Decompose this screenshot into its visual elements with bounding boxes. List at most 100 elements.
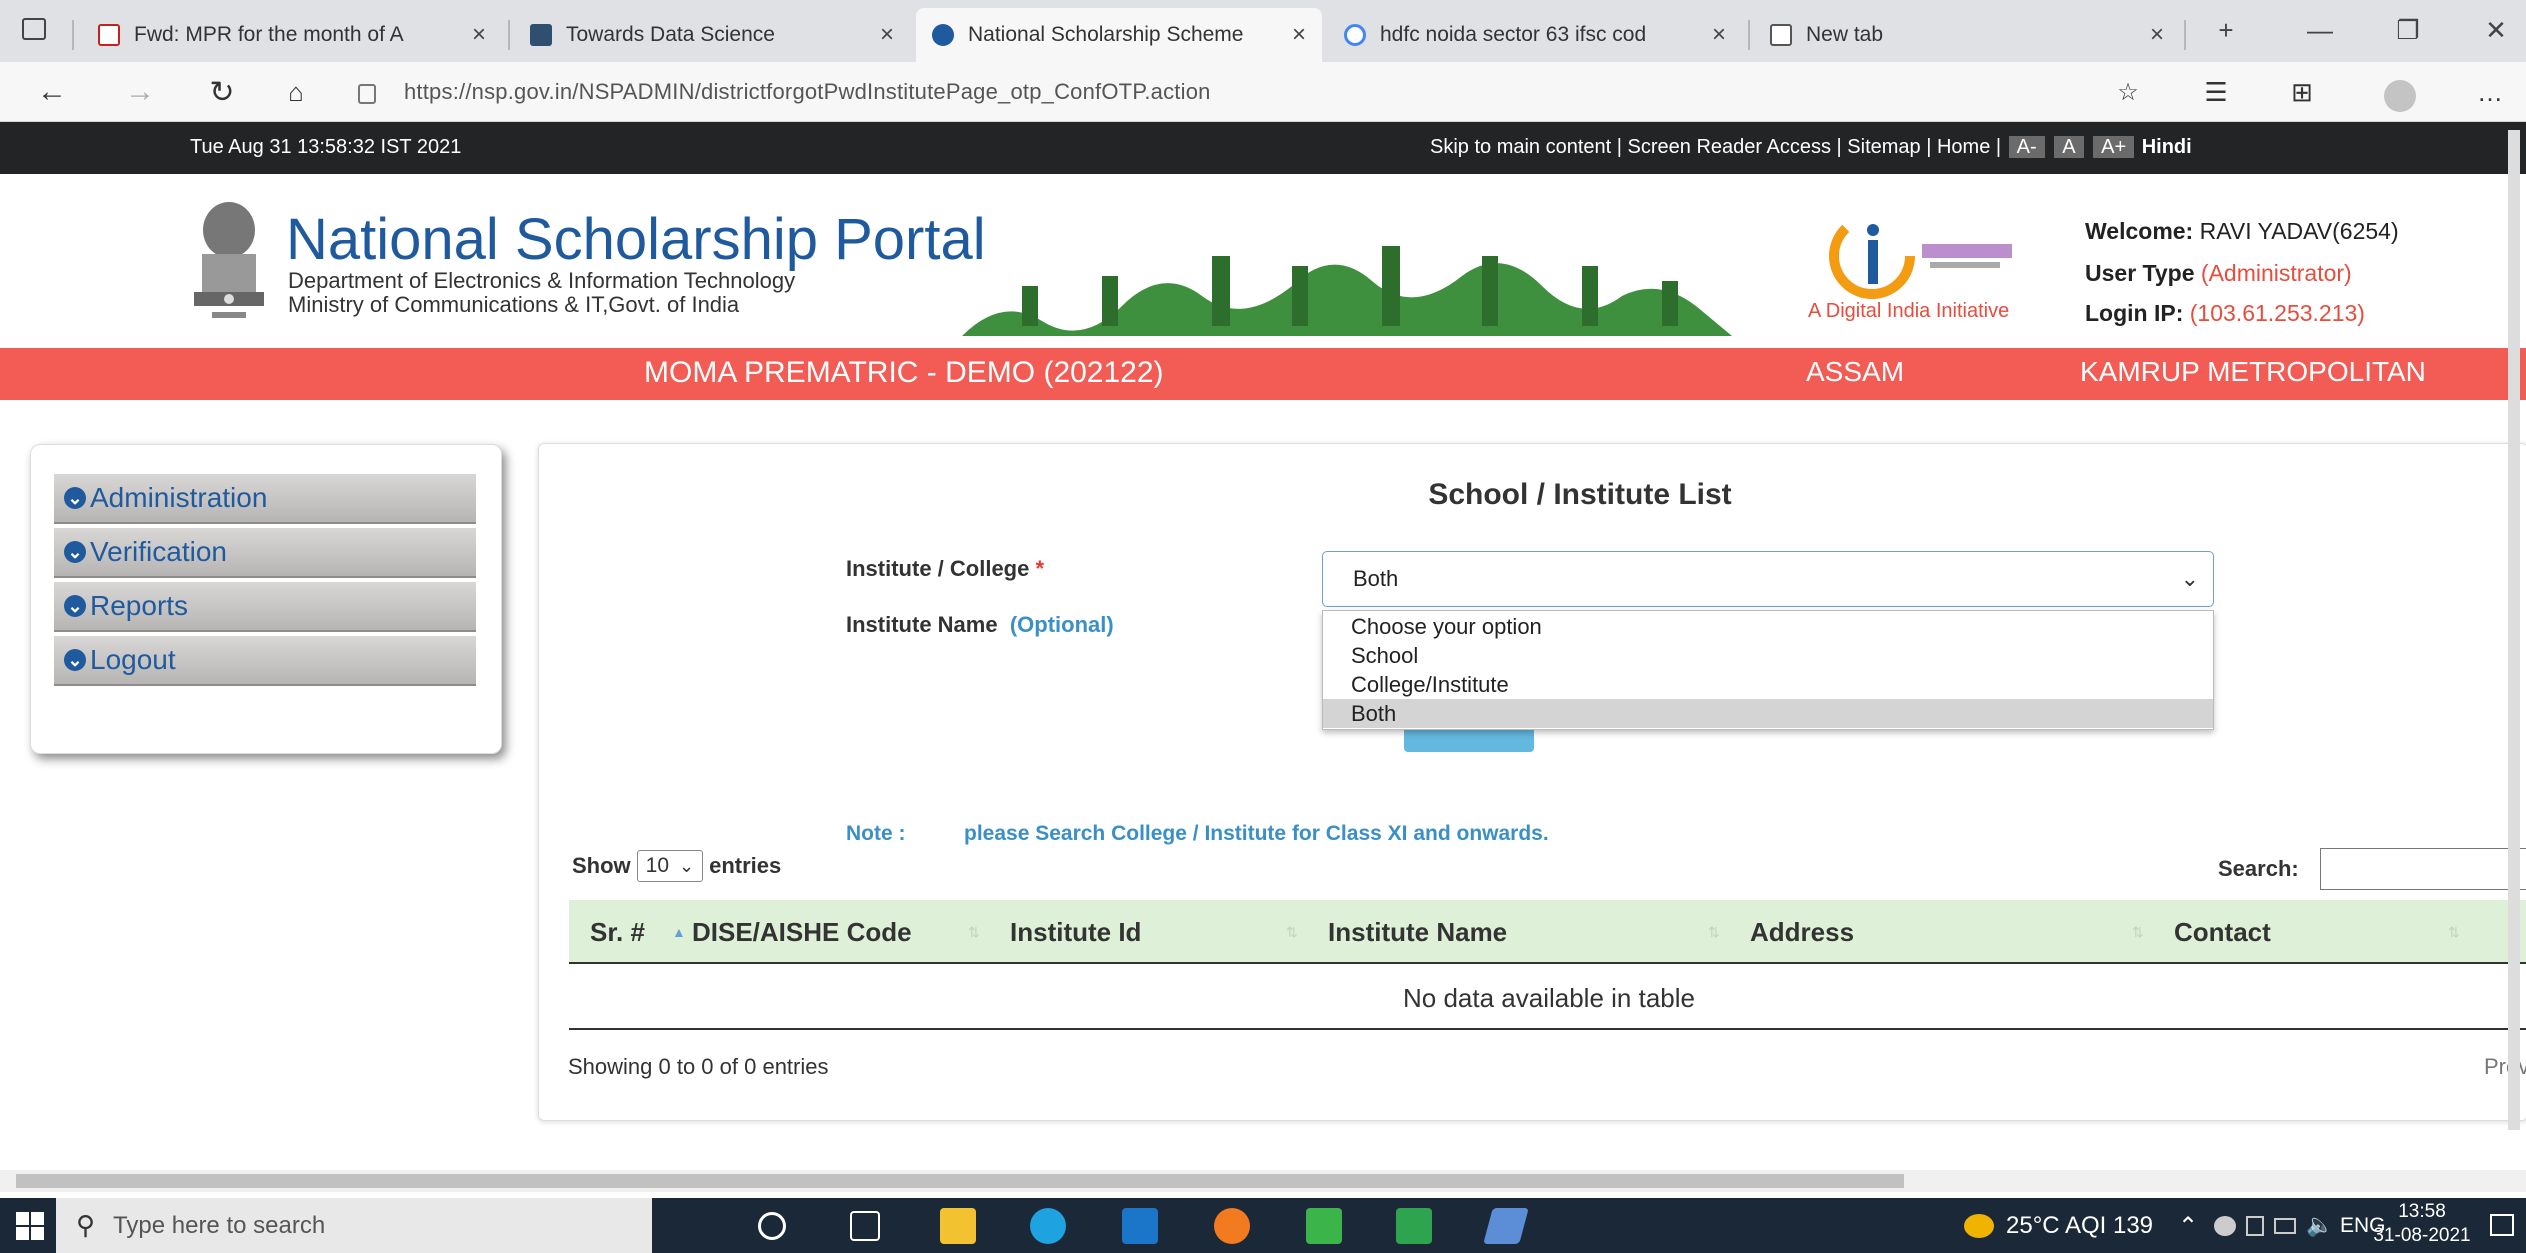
tab-actions-icon[interactable] (22, 18, 46, 40)
more-menu-icon[interactable]: … (2468, 70, 2512, 114)
state-name: ASSAM (1806, 356, 1905, 387)
tab-close-icon[interactable]: × (2150, 21, 2164, 49)
ministry-line: Ministry of Communications & IT,Govt. of… (288, 292, 740, 317)
task-view-icon[interactable] (850, 1211, 880, 1241)
tab-towards-data-science[interactable]: Towards Data Science × (514, 8, 910, 62)
profile-avatar-icon[interactable] (2384, 80, 2416, 112)
table-search-input[interactable] (2320, 848, 2526, 890)
note-label: Note : (846, 822, 906, 845)
new-tab-button[interactable]: + (2196, 6, 2256, 54)
sidebar-item-administration[interactable]: ⌄ Administration (54, 474, 476, 524)
tab-close-icon[interactable]: × (1292, 21, 1306, 49)
chevron-down-icon: ⌄ (64, 649, 86, 671)
hindi-link[interactable]: Hindi (2142, 136, 2192, 158)
option-college-institute[interactable]: College/Institute (1323, 670, 2213, 699)
sitemap-link[interactable]: Sitemap (1847, 136, 1920, 158)
tab-gmail[interactable]: Fwd: MPR for the month of A × (82, 8, 502, 62)
clock-date[interactable]: 31-08-2021 (2362, 1225, 2482, 1247)
tab-separator (1748, 20, 1750, 50)
sidebar-item-label: Administration (90, 482, 268, 513)
network-icon[interactable] (2246, 1216, 2264, 1236)
graduates-silhouette-art (962, 246, 1732, 336)
national-emblem-icon (194, 202, 264, 318)
photos-icon[interactable] (1306, 1208, 1342, 1244)
option-choose[interactable]: Choose your option (1323, 612, 2213, 641)
search-button[interactable] (1404, 728, 1534, 752)
page-length-select[interactable]: 10 ⌄ (636, 850, 704, 882)
firefox-icon[interactable] (1214, 1208, 1250, 1244)
district-name: KAMRUP METROPOLITAN (2080, 356, 2426, 387)
forward-icon[interactable]: → (118, 70, 162, 114)
tab-national-scholarship[interactable]: National Scholarship Scheme × (916, 8, 1322, 62)
sidebar-item-logout[interactable]: ⌄ Logout (54, 636, 476, 686)
login-ip-value: (103.61.253.213) (2189, 300, 2365, 326)
institute-type-select[interactable]: Both ⌄ (1322, 551, 2214, 607)
font-decrease-button[interactable]: A- (2008, 136, 2045, 158)
tab-separator (508, 20, 510, 50)
chevron-down-icon: ⌄ (64, 487, 86, 509)
chevron-down-icon: ⌄ (679, 855, 695, 876)
close-window-button[interactable]: ✕ (2466, 6, 2526, 54)
tab-close-icon[interactable]: × (472, 21, 486, 49)
refresh-icon[interactable]: ↻ (200, 70, 244, 114)
favorites-icon[interactable]: ☰ (2194, 70, 2238, 114)
skip-link[interactable]: Skip to main content (1430, 136, 1611, 158)
font-normal-button[interactable]: A (2054, 136, 2084, 158)
maximize-button[interactable]: ❐ (2378, 6, 2438, 54)
column-header-institute-id[interactable]: Institute Id (1010, 900, 1141, 964)
column-header-address[interactable]: Address (1750, 900, 1854, 964)
new-tab-icon (1770, 24, 1792, 46)
home-link[interactable]: Home (1937, 136, 1990, 158)
clock-time[interactable]: 13:58 (2362, 1201, 2482, 1223)
search-placeholder: Type here to search (113, 1211, 326, 1239)
cortana-icon[interactable] (758, 1212, 786, 1240)
edge-browser-icon[interactable] (1030, 1208, 1066, 1244)
table-info: Showing 0 to 0 of 0 entries (568, 1054, 829, 1079)
windows-start-icon[interactable] (16, 1212, 44, 1240)
user-type-line: User Type (Administrator) (2085, 260, 2352, 287)
sidebar-item-label: Verification (90, 536, 227, 567)
notifications-icon[interactable] (2490, 1214, 2514, 1236)
weather-readout[interactable]: 25°C AQI 139 (2006, 1212, 2153, 1240)
login-ip-line: Login IP: (103.61.253.213) (2085, 300, 2365, 327)
column-header-dise-code[interactable]: DISE/AISHE Code (692, 900, 912, 964)
taskbar-search-box[interactable]: ⚲ Type here to search (56, 1198, 652, 1253)
url-field[interactable]: https://nsp.gov.in/NSPADMIN/districtforg… (404, 74, 1211, 110)
battery-icon[interactable] (2274, 1218, 2296, 1234)
selected-value: Both (1353, 566, 1399, 591)
collections-icon[interactable]: ⊞ (2280, 70, 2324, 114)
volume-icon[interactable]: 🔈 (2306, 1212, 2333, 1238)
back-icon[interactable]: ← (30, 70, 74, 114)
cloud-icon[interactable] (2214, 1216, 2236, 1236)
tab-new-tab[interactable]: New tab × (1754, 8, 2180, 62)
tab-google-search[interactable]: hdfc noida sector 63 ifsc cod × (1328, 8, 1742, 62)
read-aloud-icon[interactable]: ☆ (2106, 70, 2150, 114)
vertical-scrollbar[interactable] (2508, 130, 2520, 1130)
user-type-label: User Type (2085, 260, 2195, 286)
sidebar-item-reports[interactable]: ⌄ Reports (54, 582, 476, 632)
sidebar-item-verification[interactable]: ⌄ Verification (54, 528, 476, 578)
column-header-sr[interactable]: Sr. # (590, 900, 645, 964)
institute-name-label: Institute Name (Optional) (846, 612, 1114, 638)
screen-reader-link[interactable]: Screen Reader Access (1628, 136, 1831, 158)
option-school[interactable]: School (1323, 641, 2213, 670)
font-increase-button[interactable]: A+ (2093, 136, 2135, 158)
weather-icon (1964, 1214, 1994, 1238)
tab-close-icon[interactable]: × (1712, 21, 1726, 49)
minimize-button[interactable]: — (2290, 6, 2350, 54)
lock-icon[interactable] (358, 84, 376, 104)
chevron-up-icon[interactable]: ⌃ (2178, 1212, 2198, 1241)
required-mark: * (1035, 556, 1045, 581)
search-icon: ⚲ (76, 1210, 96, 1240)
top-links: Skip to main content | Screen Reader Acc… (1430, 136, 2192, 158)
column-header-contact[interactable]: Contact (2174, 900, 2271, 964)
empty-table-message: No data available in table (569, 966, 2526, 1030)
column-header-institute-name[interactable]: Institute Name (1328, 900, 1507, 964)
file-explorer-icon[interactable] (940, 1208, 976, 1244)
tab-close-icon[interactable]: × (880, 21, 894, 49)
home-icon[interactable]: ⌂ (274, 70, 318, 114)
mail-icon[interactable] (1122, 1208, 1158, 1244)
option-both[interactable]: Both (1323, 699, 2213, 728)
horizontal-scrollbar-thumb[interactable] (16, 1174, 1904, 1188)
sticky-notes-icon[interactable] (1396, 1208, 1432, 1244)
